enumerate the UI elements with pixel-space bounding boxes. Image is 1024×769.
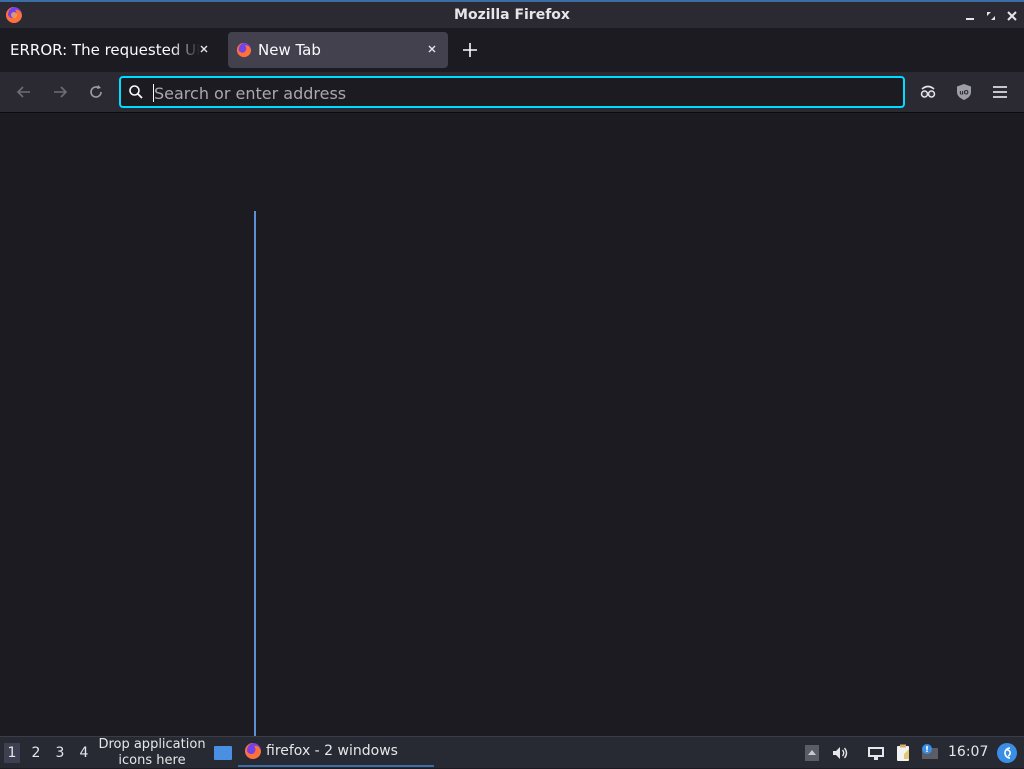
- close-icon: [1007, 11, 1017, 21]
- notification-icon: [922, 744, 938, 759]
- tray-arrow-button[interactable]: [802, 743, 822, 763]
- tab-error[interactable]: ERROR: The requested URL could not be re…: [0, 32, 220, 68]
- forward-button[interactable]: [50, 82, 70, 102]
- firefox-icon: [236, 42, 252, 58]
- desktop-icon: [214, 746, 232, 760]
- app-menu-button[interactable]: [990, 82, 1010, 102]
- speaker-icon: [833, 747, 848, 759]
- arrow-left-icon: [16, 86, 30, 98]
- close-icon: [428, 45, 436, 53]
- minimize-button[interactable]: [962, 8, 978, 24]
- close-window-button[interactable]: [1004, 8, 1020, 24]
- arrow-right-icon: [54, 86, 68, 98]
- back-button[interactable]: [14, 82, 34, 102]
- launcher-drop-zone[interactable]: Drop application icons here: [92, 737, 212, 769]
- app-menu-launcher[interactable]: [996, 742, 1018, 764]
- taskbar-item-firefox[interactable]: firefox - 2 windows: [238, 737, 434, 767]
- window-titlebar: Mozilla Firefox: [0, 0, 1024, 28]
- vertical-line: [254, 211, 256, 736]
- show-desktop-button[interactable]: [213, 745, 233, 761]
- network-icon: [868, 747, 884, 760]
- plus-icon: [463, 43, 477, 57]
- ublock-button[interactable]: uO: [954, 82, 974, 102]
- minimize-icon: [966, 18, 974, 20]
- tab-bar: ERROR: The requested URL could not be re…: [0, 28, 1024, 72]
- workspace-4[interactable]: 4: [76, 743, 92, 763]
- hamburger-menu-icon: [993, 86, 1007, 98]
- extension-button[interactable]: [918, 82, 938, 102]
- search-icon: [129, 85, 143, 99]
- tab-label: ERROR: The requested URL could not be re…: [10, 41, 200, 59]
- clipboard-icon: [897, 744, 909, 761]
- triangle-up-icon: [805, 745, 819, 761]
- system-taskbar: 1 2 3 4 Drop application icons here fire…: [0, 736, 1024, 768]
- tab-label: New Tab: [258, 41, 321, 59]
- debian-swirl-icon: [997, 743, 1017, 763]
- network-button[interactable]: [866, 743, 886, 763]
- maximize-button[interactable]: [983, 8, 999, 24]
- firefox-icon: [245, 743, 261, 759]
- volume-button[interactable]: [830, 743, 850, 763]
- navigation-toolbar: uO: [0, 72, 1024, 113]
- clock: 16:07: [948, 744, 989, 760]
- workspace-1[interactable]: 1: [4, 743, 20, 763]
- reload-icon: [90, 85, 102, 98]
- clipboard-button[interactable]: [893, 743, 913, 763]
- shield-icon: uO: [957, 84, 971, 100]
- address-bar[interactable]: [119, 76, 905, 108]
- window-title: Mozilla Firefox: [454, 7, 570, 23]
- close-icon: [200, 45, 208, 53]
- taskbar-item-label: firefox - 2 windows: [266, 743, 398, 759]
- reload-button[interactable]: [86, 82, 106, 102]
- notifications-button[interactable]: [920, 743, 940, 763]
- workspace-3[interactable]: 3: [52, 743, 68, 763]
- maximize-icon: [987, 12, 995, 20]
- svg-text:uO: uO: [959, 90, 968, 97]
- url-input[interactable]: [154, 81, 894, 105]
- page-content[interactable]: [0, 113, 1024, 736]
- workspace-2[interactable]: 2: [28, 743, 44, 763]
- close-tab-button[interactable]: [424, 41, 440, 57]
- tab-new-tab[interactable]: New Tab: [228, 32, 448, 68]
- spy-glasses-icon: [920, 85, 936, 98]
- close-tab-button[interactable]: [196, 41, 212, 57]
- new-tab-button[interactable]: [458, 38, 482, 62]
